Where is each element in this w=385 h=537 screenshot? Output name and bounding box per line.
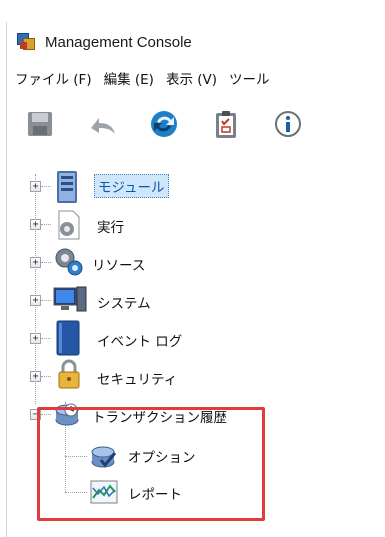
expand-toggle[interactable]: +	[30, 181, 41, 192]
execute-document-icon	[58, 210, 80, 240]
tree-line	[41, 186, 51, 187]
padlock-icon	[58, 359, 80, 389]
tree-item-security[interactable]: セキュリティ	[94, 367, 180, 389]
tree-item-report[interactable]: レポート	[125, 482, 185, 504]
menu-file[interactable]: ファイル (F)	[15, 68, 92, 88]
expand-toggle[interactable]: +	[30, 371, 41, 382]
tree-line	[41, 300, 51, 301]
floppy-disk-icon	[28, 112, 52, 136]
app-icon	[17, 33, 37, 51]
collapse-toggle[interactable]: −	[30, 409, 41, 420]
toolbar	[6, 94, 385, 154]
tree-item-execute[interactable]: 実行	[94, 215, 127, 237]
tree-item-event-log[interactable]: イベント ログ	[94, 329, 185, 351]
clipboard-button[interactable]	[209, 107, 243, 141]
undo-arrow-icon	[91, 118, 115, 134]
menu-bar: ファイル (F) 編集 (E) 表示 (V) ツール	[6, 62, 385, 94]
window-title: Management Console	[45, 33, 192, 51]
save-button[interactable]	[23, 107, 57, 141]
clipboard-icon	[216, 111, 236, 138]
tree-line	[41, 338, 51, 339]
tree-item-options[interactable]: オプション	[125, 445, 199, 467]
tree-line	[41, 414, 51, 415]
menu-tools[interactable]: ツール	[229, 68, 270, 88]
info-icon	[275, 111, 301, 137]
navigation-tree: + モジュール + 実行 + リソース + システム + イベント ログ + セ…	[6, 154, 385, 537]
tree-line	[41, 376, 51, 377]
top-strip	[0, 0, 385, 11]
gears-icon	[55, 248, 83, 276]
tree-item-system[interactable]: システム	[94, 291, 154, 313]
transaction-history-icon	[55, 403, 79, 426]
tree-line	[35, 174, 36, 404]
info-button[interactable]	[271, 107, 305, 141]
refresh-icon	[151, 111, 177, 137]
event-log-book-icon	[56, 320, 80, 356]
expand-toggle[interactable]: +	[30, 257, 41, 268]
undo-button[interactable]	[85, 107, 119, 141]
tree-item-modules[interactable]: モジュール	[94, 174, 169, 198]
tree-line	[65, 492, 87, 493]
title-bar: Management Console	[6, 22, 385, 62]
tree-item-resources[interactable]: リソース	[89, 253, 148, 275]
tree-item-transaction-history[interactable]: トランザクション履歴	[89, 405, 230, 427]
expand-toggle[interactable]: +	[30, 219, 41, 230]
expand-toggle[interactable]: +	[30, 333, 41, 344]
tree-line	[41, 224, 51, 225]
tree-line	[41, 262, 51, 263]
report-chart-icon	[90, 480, 118, 504]
options-icon	[91, 446, 117, 468]
menu-edit[interactable]: 編集 (E)	[104, 68, 154, 88]
expand-toggle[interactable]: +	[30, 295, 41, 306]
menu-view[interactable]: 表示 (V)	[166, 68, 217, 88]
tree-line	[65, 456, 87, 457]
computer-icon	[53, 286, 87, 312]
server-icon	[57, 171, 77, 203]
refresh-button[interactable]	[147, 107, 181, 141]
